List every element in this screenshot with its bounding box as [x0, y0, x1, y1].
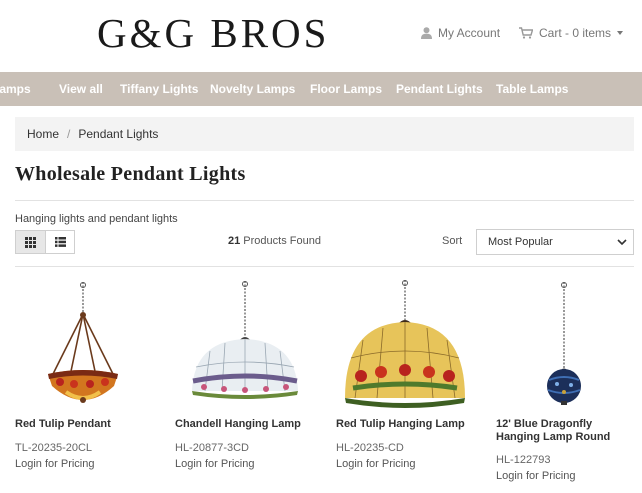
list-view-icon	[54, 237, 66, 247]
my-account-label: My Account	[438, 26, 501, 40]
site-logo[interactable]: G&G BROS	[97, 11, 329, 55]
product-name[interactable]: Red Tulip Pendant	[15, 418, 165, 431]
login-for-pricing[interactable]: Login for Pricing	[496, 470, 576, 482]
product-sku: TL-20235-20CL	[15, 442, 93, 454]
user-icon	[421, 27, 432, 39]
product-name[interactable]: Chandell Hanging Lamp	[175, 418, 325, 431]
login-for-pricing[interactable]: Login for Pricing	[336, 458, 416, 470]
product-sku: HL-122793	[496, 454, 551, 466]
grid-view-icon	[25, 236, 36, 248]
cart-caret-icon	[617, 31, 624, 35]
chevron-down-icon	[617, 239, 627, 246]
product-image[interactable]	[343, 280, 467, 416]
product-name[interactable]: Red Tulip Hanging Lamp	[336, 418, 486, 431]
page-title: Wholesale Pendant Lights	[15, 163, 246, 185]
product-count-text: Products Found	[240, 235, 321, 247]
grid-view-button[interactable]	[15, 230, 46, 254]
sort-label: Sort	[442, 235, 463, 247]
nav-item-floor-lamps[interactable]: Floor Lamps	[310, 72, 382, 106]
cart-icon	[519, 27, 533, 39]
product-sku: HL-20235-CD	[336, 442, 404, 454]
category-description: Hanging lights and pendant lights	[15, 213, 178, 225]
nav-item-view-all[interactable]: View all	[59, 72, 103, 106]
product-image[interactable]	[190, 281, 300, 415]
breadcrumb-current: Pendant Lights	[78, 127, 159, 141]
nav-item-table-lamps[interactable]: Table Lamps	[496, 72, 568, 106]
product-sku: HL-20877-3CD	[175, 442, 249, 454]
nav-item-novelty-lamps[interactable]: Novelty Lamps	[210, 72, 295, 106]
breadcrumb: Home / Pendant Lights	[15, 117, 634, 151]
list-view-button[interactable]	[45, 230, 75, 254]
product-name[interactable]: 12' Blue Dragonfly Hanging Lamp Round	[496, 418, 636, 444]
divider	[15, 200, 634, 201]
sort-select[interactable]: Most Popular	[476, 229, 634, 255]
nav-item-pendant-lights[interactable]: Pendant Lights	[396, 72, 483, 106]
my-account-link[interactable]: My Account	[421, 25, 500, 41]
breadcrumb-separator: /	[67, 127, 71, 141]
divider	[15, 266, 634, 267]
product-count: 21 Products Found	[228, 235, 321, 247]
product-count-number: 21	[228, 235, 241, 247]
breadcrumb-home[interactable]: Home	[27, 127, 59, 141]
nav-item-lamps[interactable]: Lamps	[0, 72, 31, 106]
sort-select-value: Most Popular	[488, 236, 553, 248]
login-for-pricing[interactable]: Login for Pricing	[15, 458, 95, 470]
cart-link[interactable]: Cart - 0 items	[519, 25, 624, 41]
product-image[interactable]	[44, 282, 122, 414]
site-header: G&G BROS My Account Cart - 0 items	[0, 0, 642, 72]
product-image[interactable]	[543, 282, 585, 408]
login-for-pricing[interactable]: Login for Pricing	[175, 458, 255, 470]
nav-item-tiffany-lights[interactable]: Tiffany Lights	[120, 72, 198, 106]
cart-label: Cart - 0 items	[539, 26, 612, 40]
main-nav: Lamps View all Tiffany Lights Novelty La…	[0, 72, 642, 106]
